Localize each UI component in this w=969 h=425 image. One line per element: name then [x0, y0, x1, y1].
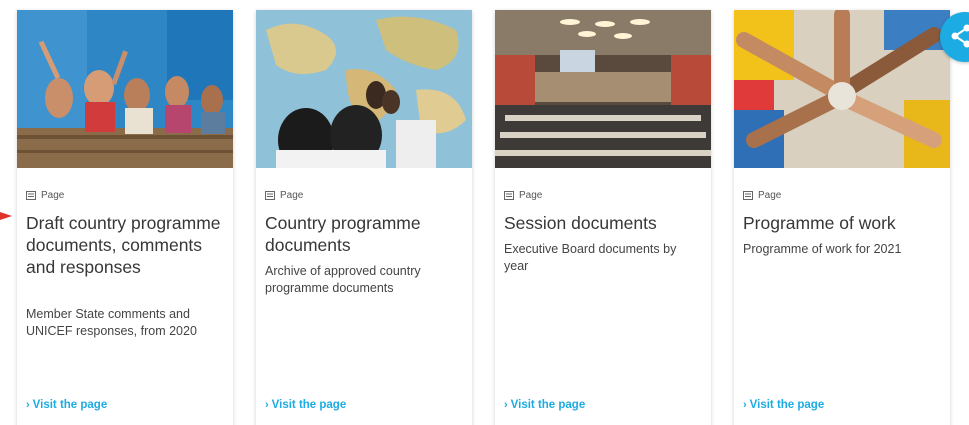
card-title[interactable]: Country programme documents: [265, 212, 465, 256]
card-title[interactable]: Programme of work: [743, 212, 943, 234]
chevron-right-icon: ›: [26, 399, 30, 411]
page-icon: [26, 190, 36, 200]
card-draft-country-programme: Page Draft country programme documents, …: [17, 10, 233, 425]
world-map-photo[interactable]: [256, 10, 472, 168]
type-label: Page: [519, 189, 543, 201]
visit-page-link[interactable]: › Visit the page: [504, 399, 585, 411]
visit-page-label: Visit the page: [749, 399, 825, 411]
content-type: Page: [26, 188, 64, 202]
visit-page-label: Visit the page: [510, 399, 586, 411]
page-icon: [265, 190, 275, 200]
chevron-right-icon: ›: [504, 399, 508, 411]
visit-page-label: Visit the page: [32, 399, 108, 411]
page-icon: [504, 190, 514, 200]
visit-page-link[interactable]: › Visit the page: [743, 399, 824, 411]
type-label: Page: [280, 189, 304, 201]
visit-page-link[interactable]: › Visit the page: [26, 399, 107, 411]
card-session-documents: Page Session documents Executive Board d…: [495, 10, 711, 425]
chevron-right-icon: ›: [743, 399, 747, 411]
type-label: Page: [758, 189, 782, 201]
visit-page-label: Visit the page: [271, 399, 347, 411]
type-label: Page: [41, 189, 65, 201]
card-description: Archive of approved country programme do…: [265, 264, 421, 295]
content-type: Page: [504, 188, 542, 202]
card-description: Executive Board documents by year: [504, 242, 677, 273]
chevron-right-icon: ›: [265, 399, 269, 411]
children-classroom-photo[interactable]: [17, 10, 233, 168]
page-icon: [743, 190, 753, 200]
card-description: Member State comments and UNICEF respons…: [26, 307, 197, 338]
card-description: Programme of work for 2021: [743, 242, 902, 256]
card-title[interactable]: Session documents: [504, 212, 704, 234]
content-type: Page: [743, 188, 781, 202]
arrow-right-icon: [0, 212, 12, 220]
card-country-programme-documents: Page Country programme documents Archive…: [256, 10, 472, 425]
card-title[interactable]: Draft country programme documents, comme…: [26, 212, 226, 278]
assembly-hall-photo[interactable]: [495, 10, 711, 168]
share-icon: [951, 24, 969, 48]
joined-hands-photo[interactable]: [734, 10, 950, 168]
card-programme-of-work: Page Programme of work Programme of work…: [734, 10, 950, 425]
content-type: Page: [265, 188, 303, 202]
visit-page-link[interactable]: › Visit the page: [265, 399, 346, 411]
